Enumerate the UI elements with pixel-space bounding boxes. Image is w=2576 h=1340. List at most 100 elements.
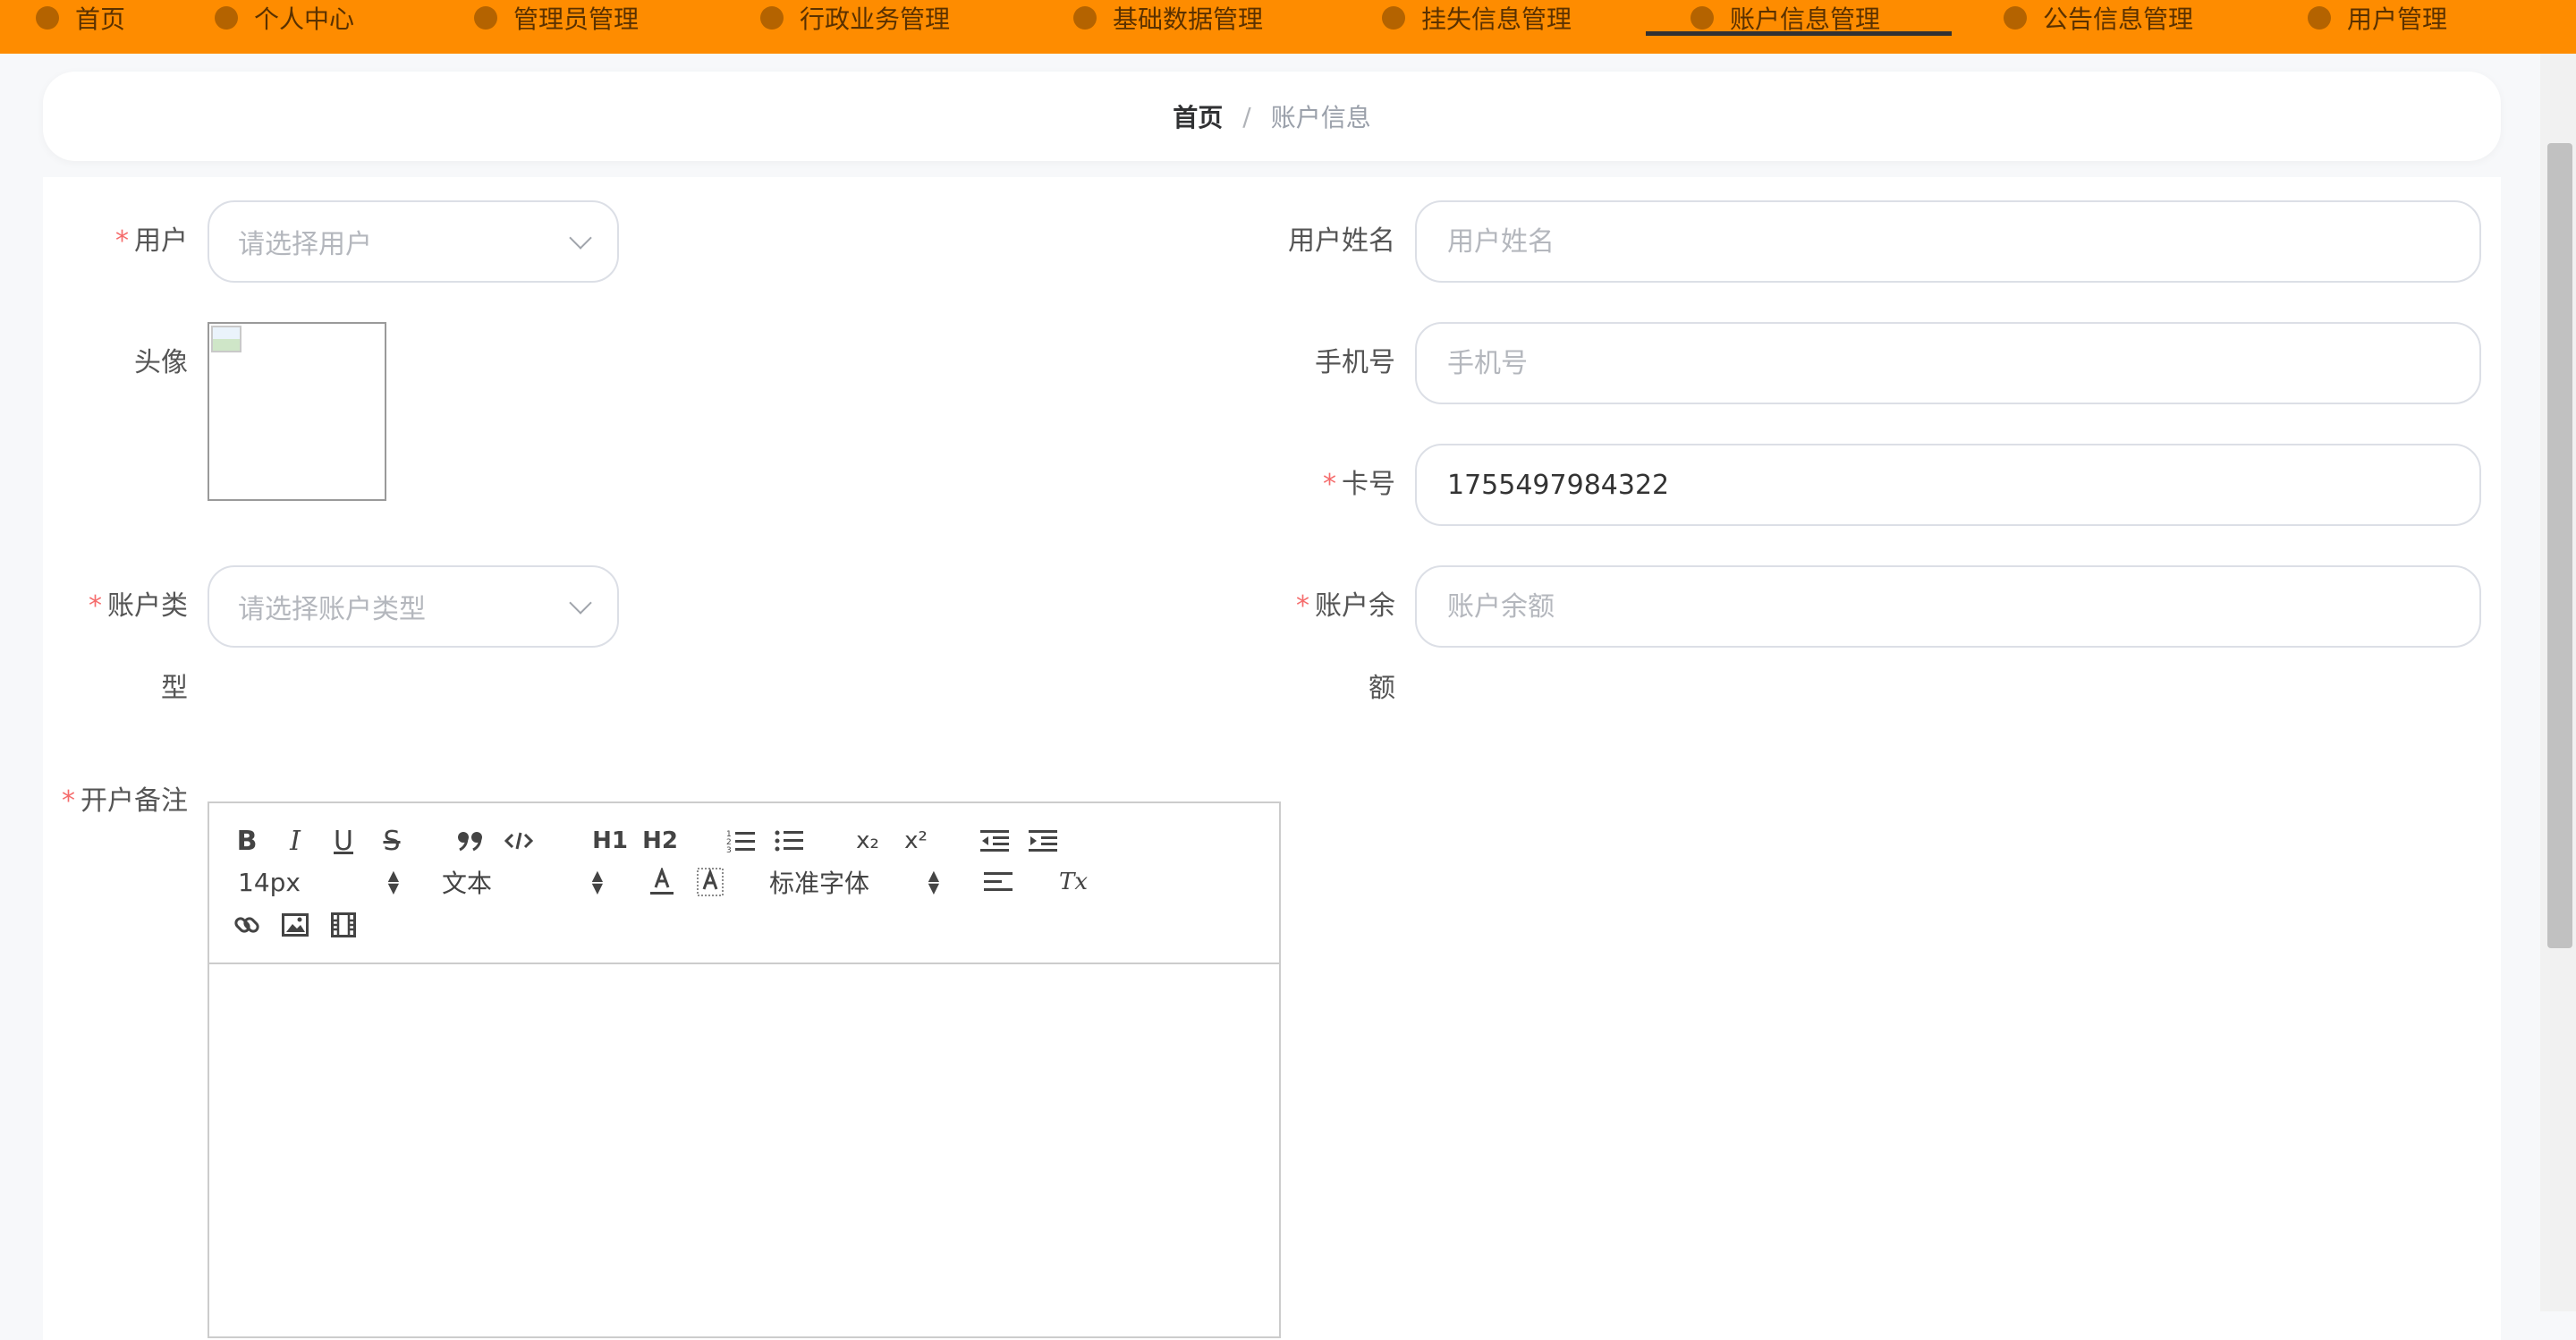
italic-button[interactable]: I	[277, 823, 313, 859]
clear-format-button[interactable]: Tx	[1055, 864, 1091, 900]
nav-item-business[interactable]: 行政业务管理	[760, 0, 950, 54]
user-select-placeholder: 请选择用户	[238, 229, 372, 260]
nav-item-label: 行政业务管理	[800, 4, 951, 34]
breadcrumb-home[interactable]: 首页	[1173, 98, 1223, 134]
background-color-button[interactable]	[692, 864, 728, 900]
broken-image-icon	[211, 326, 242, 352]
user-name-field	[1415, 200, 2481, 283]
chevron-down-icon	[569, 591, 592, 615]
superscript-button[interactable]: x²	[898, 823, 934, 859]
nav-item-base-data[interactable]: 基础数据管理	[1073, 0, 1263, 54]
nav-item-home[interactable]: 首页	[36, 0, 125, 54]
ordered-list-button[interactable]: 1 2 3	[723, 823, 758, 859]
code-icon	[504, 832, 533, 850]
nav-item-label: 账户信息管理	[1730, 4, 1881, 34]
video-button[interactable]	[326, 907, 361, 943]
account-type-placeholder: 请选择账户类型	[238, 594, 426, 625]
user-icon	[215, 6, 238, 30]
font-color-button[interactable]	[644, 864, 680, 900]
breadcrumb: 首页 / 账户信息	[43, 72, 2501, 161]
background-color-icon	[697, 868, 724, 896]
account-type-label: * 账户类 型	[89, 590, 188, 704]
phone-label: 手机号	[1315, 347, 1395, 378]
link-icon	[234, 917, 259, 933]
h1-button[interactable]: H1	[592, 823, 628, 859]
image-button[interactable]	[277, 907, 313, 943]
nav-item-label: 挂失信息管理	[1421, 4, 1572, 34]
font-color-icon	[650, 868, 674, 895]
quote-button[interactable]	[453, 823, 488, 859]
account-type-select[interactable]: 请选择账户类型	[208, 565, 619, 648]
account-icon	[1690, 6, 1714, 30]
nav-item-notice[interactable]: 公告信息管理	[2004, 0, 2193, 54]
image-icon	[282, 913, 309, 937]
top-nav: 首页 个人中心 管理员管理 行政业务管理 基础数据管理 挂失信息管理 账户信息管…	[0, 0, 2576, 54]
editor-toolbar: B I U S H1 H2 1 2 3 x₂ x² 14px ▲ ▼ 文本 ▲ …	[209, 803, 1279, 964]
nav-item-users[interactable]: 用户管理	[2308, 0, 2447, 54]
nav-item-loss-report[interactable]: 挂失信息管理	[1382, 0, 1572, 54]
phone-input[interactable]	[1445, 346, 2451, 380]
text-type-select[interactable]: 文本 ▲ ▼	[442, 864, 603, 900]
subscript-button[interactable]: x₂	[850, 823, 886, 859]
business-icon	[760, 6, 784, 30]
bold-button[interactable]: B	[229, 823, 265, 859]
nav-item-label: 基础数据管理	[1113, 4, 1264, 34]
user-label: * 用户	[115, 225, 188, 257]
outdent-icon	[980, 830, 1009, 852]
data-icon	[1073, 6, 1097, 30]
editor-content[interactable]	[209, 964, 1279, 1340]
phone-field	[1415, 322, 2481, 404]
nav-item-label: 公告信息管理	[2043, 4, 2194, 34]
notice-icon	[2004, 6, 2027, 30]
user-name-label: 用户姓名	[1288, 225, 1395, 257]
avatar-label: 头像	[134, 347, 188, 378]
users-icon	[2308, 6, 2331, 30]
user-name-input[interactable]	[1445, 225, 2451, 259]
nav-item-admin[interactable]: 管理员管理	[474, 0, 639, 54]
nav-item-label: 用户管理	[2347, 4, 2448, 34]
scrollbar-thumb[interactable]	[2547, 143, 2572, 948]
nav-item-label: 管理员管理	[513, 4, 640, 34]
nav-item-account[interactable]: 账户信息管理	[1645, 0, 1953, 54]
font-family-select[interactable]: 标准字体 ▲ ▼	[769, 864, 939, 900]
h2-button[interactable]: H2	[642, 823, 678, 859]
align-button[interactable]	[980, 864, 1016, 900]
breadcrumb-separator: /	[1242, 101, 1251, 131]
link-button[interactable]	[229, 907, 265, 943]
outdent-button[interactable]	[977, 823, 1013, 859]
svg-text:3: 3	[726, 846, 732, 853]
bullet-list-button[interactable]	[771, 823, 807, 859]
chevron-down-icon	[569, 226, 592, 250]
updown-icon: ▲ ▼	[928, 867, 939, 896]
align-left-icon	[984, 872, 1013, 891]
card-label: * 卡号	[1323, 469, 1395, 500]
nav-item-profile[interactable]: 个人中心	[215, 0, 354, 54]
underline-button[interactable]: U	[326, 823, 361, 859]
balance-input[interactable]	[1445, 589, 2451, 623]
home-icon	[36, 6, 59, 30]
balance-field	[1415, 565, 2481, 648]
bullet-list-icon	[775, 830, 803, 852]
strike-button[interactable]: S	[374, 823, 410, 859]
avatar[interactable]	[208, 322, 386, 501]
balance-label: * 账户余 额	[1296, 590, 1395, 704]
report-icon	[1382, 6, 1405, 30]
indent-button[interactable]	[1025, 823, 1061, 859]
updown-icon: ▲ ▼	[591, 867, 603, 896]
ordered-list-icon: 1 2 3	[726, 830, 755, 853]
remark-label: * 开户备注	[62, 785, 188, 817]
card-input[interactable]	[1445, 468, 2451, 502]
breadcrumb-current: 账户信息	[1270, 103, 1371, 132]
updown-icon: ▲ ▼	[387, 867, 399, 896]
code-button[interactable]	[501, 823, 537, 859]
card-field	[1415, 444, 2481, 526]
indent-icon	[1029, 830, 1057, 852]
admin-icon	[474, 6, 497, 30]
rich-text-editor: B I U S H1 H2 1 2 3 x₂ x² 14px ▲ ▼ 文本 ▲ …	[208, 801, 1281, 1338]
user-select[interactable]: 请选择用户	[208, 200, 619, 283]
nav-item-label: 个人中心	[254, 4, 355, 34]
video-icon	[331, 912, 356, 937]
nav-item-label: 首页	[75, 4, 126, 34]
font-size-select[interactable]: 14px ▲ ▼	[238, 864, 399, 900]
quote-icon	[458, 832, 482, 852]
